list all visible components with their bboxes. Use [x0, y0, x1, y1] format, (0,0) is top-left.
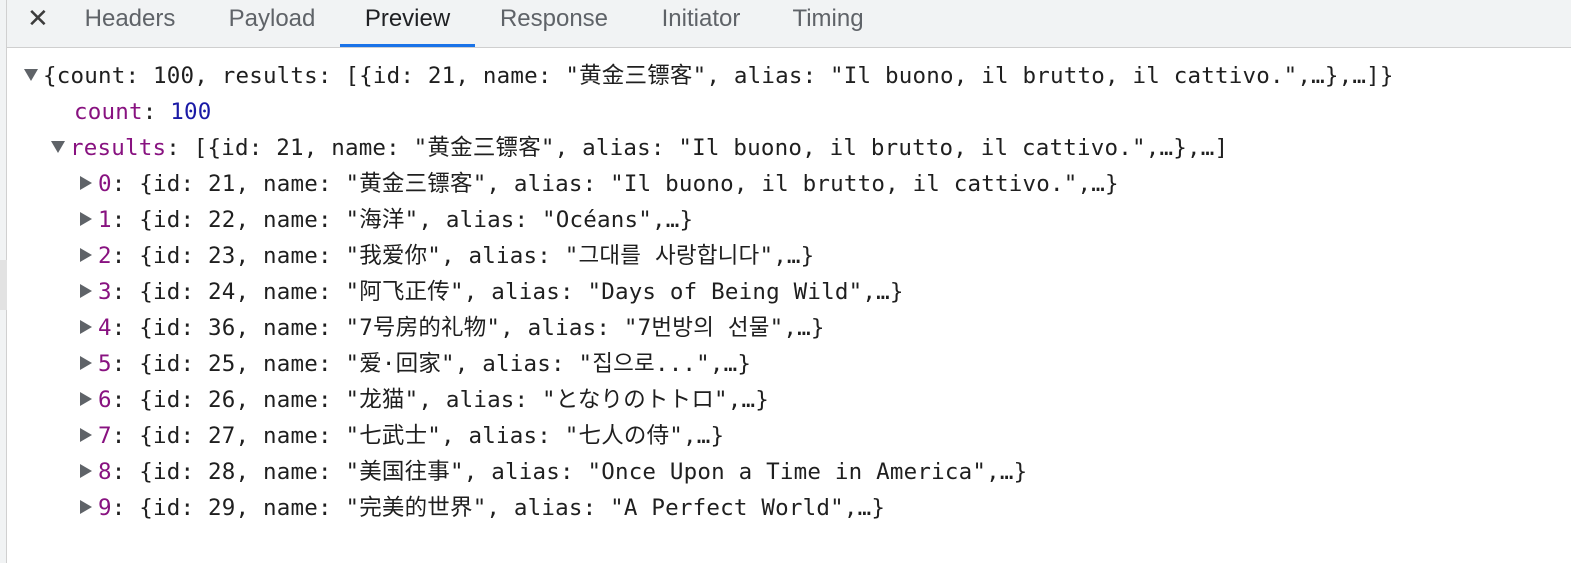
item-index: 6	[98, 387, 112, 413]
item-index: 8	[98, 459, 112, 485]
item-summary: {id: 22, name: "海洋", alias: "Océans",…}	[139, 207, 694, 233]
item-index: 2	[98, 243, 112, 269]
collapse-triangle-icon[interactable]	[51, 140, 65, 153]
tab-headers[interactable]: Headers	[69, 0, 191, 47]
results-node[interactable]: results: [{id: 21, name: "黄金三镖客", alias:…	[51, 131, 1228, 165]
item-summary: {id: 27, name: "七武士", alias: "七人の侍",…}	[139, 423, 725, 449]
list-item[interactable]: 2: {id: 23, name: "我爱你", alias: "그대를 사랑합…	[80, 239, 814, 273]
item-index: 0	[98, 171, 112, 197]
list-item[interactable]: 8: {id: 28, name: "美国往事", alias: "Once U…	[80, 455, 1027, 489]
expand-triangle-icon[interactable]	[80, 247, 92, 262]
list-item[interactable]: 0: {id: 21, name: "黄金三镖客", alias: "Il bu…	[80, 167, 1119, 201]
list-item[interactable]: 5: {id: 25, name: "爱·回家", alias: "집으로...…	[80, 347, 751, 381]
item-summary: {id: 23, name: "我爱你", alias: "그대를 사랑합니다"…	[139, 243, 815, 269]
results-key: results	[70, 135, 167, 161]
expand-triangle-icon[interactable]	[80, 391, 92, 406]
item-index: 4	[98, 315, 112, 341]
edge-marker	[0, 260, 7, 310]
tab-timing[interactable]: Timing	[782, 0, 874, 47]
expand-triangle-icon[interactable]	[80, 175, 92, 190]
tab-bar: ✕ Headers Payload Preview Response Initi…	[7, 0, 1571, 48]
item-summary: {id: 24, name: "阿飞正传", alias: "Days of B…	[139, 279, 904, 305]
item-index: 9	[98, 495, 112, 521]
item-index: 3	[98, 279, 112, 305]
item-summary: {id: 21, name: "黄金三镖客", alias: "Il buono…	[139, 171, 1119, 197]
panel-left-edge	[0, 0, 7, 563]
results-summary: [{id: 21, name: "黄金三镖客", alias: "Il buon…	[193, 135, 1229, 161]
item-summary: {id: 25, name: "爱·回家", alias: "집으로...",……	[139, 351, 752, 377]
collapse-triangle-icon[interactable]	[24, 68, 38, 81]
expand-triangle-icon[interactable]	[80, 283, 92, 298]
item-index: 7	[98, 423, 112, 449]
expand-triangle-icon[interactable]	[80, 427, 92, 442]
item-summary: {id: 36, name: "7号房的礼物", alias: "7번방의 선물…	[139, 315, 825, 341]
item-summary: {id: 26, name: "龙猫", alias: "となりのトトロ",…}	[139, 387, 770, 413]
tab-initiator[interactable]: Initiator	[644, 0, 758, 47]
tab-payload[interactable]: Payload	[214, 0, 330, 47]
root-node[interactable]: {count: 100, results: [{id: 21, name: "黄…	[24, 59, 1394, 93]
list-item[interactable]: 6: {id: 26, name: "龙猫", alias: "となりのトトロ"…	[80, 383, 769, 417]
list-item[interactable]: 9: {id: 29, name: "完美的世界", alias: "A Per…	[80, 491, 885, 525]
tab-response[interactable]: Response	[488, 0, 620, 47]
count-value: 100	[170, 99, 212, 125]
list-item[interactable]: 3: {id: 24, name: "阿飞正传", alias: "Days o…	[80, 275, 904, 309]
tab-preview[interactable]: Preview	[340, 0, 475, 47]
expand-triangle-icon[interactable]	[80, 319, 92, 334]
item-index: 5	[98, 351, 112, 377]
list-item[interactable]: 7: {id: 27, name: "七武士", alias: "七人の侍",……	[80, 419, 724, 453]
list-item[interactable]: 4: {id: 36, name: "7号房的礼物", alias: "7번방의…	[80, 311, 825, 345]
root-summary: {count: 100, results: [{id: 21, name: "黄…	[43, 63, 1394, 89]
expand-triangle-icon[interactable]	[80, 211, 92, 226]
item-index: 1	[98, 207, 112, 233]
count-property: count: 100	[74, 99, 212, 125]
list-item[interactable]: 1: {id: 22, name: "海洋", alias: "Océans",…	[80, 203, 693, 237]
expand-triangle-icon[interactable]	[80, 355, 92, 370]
count-key: count	[74, 99, 143, 125]
close-icon[interactable]: ✕	[27, 0, 49, 38]
item-summary: {id: 29, name: "完美的世界", alias: "A Perfec…	[139, 495, 886, 521]
expand-triangle-icon[interactable]	[80, 463, 92, 478]
expand-triangle-icon[interactable]	[80, 499, 92, 514]
item-summary: {id: 28, name: "美国往事", alias: "Once Upon…	[139, 459, 1028, 485]
